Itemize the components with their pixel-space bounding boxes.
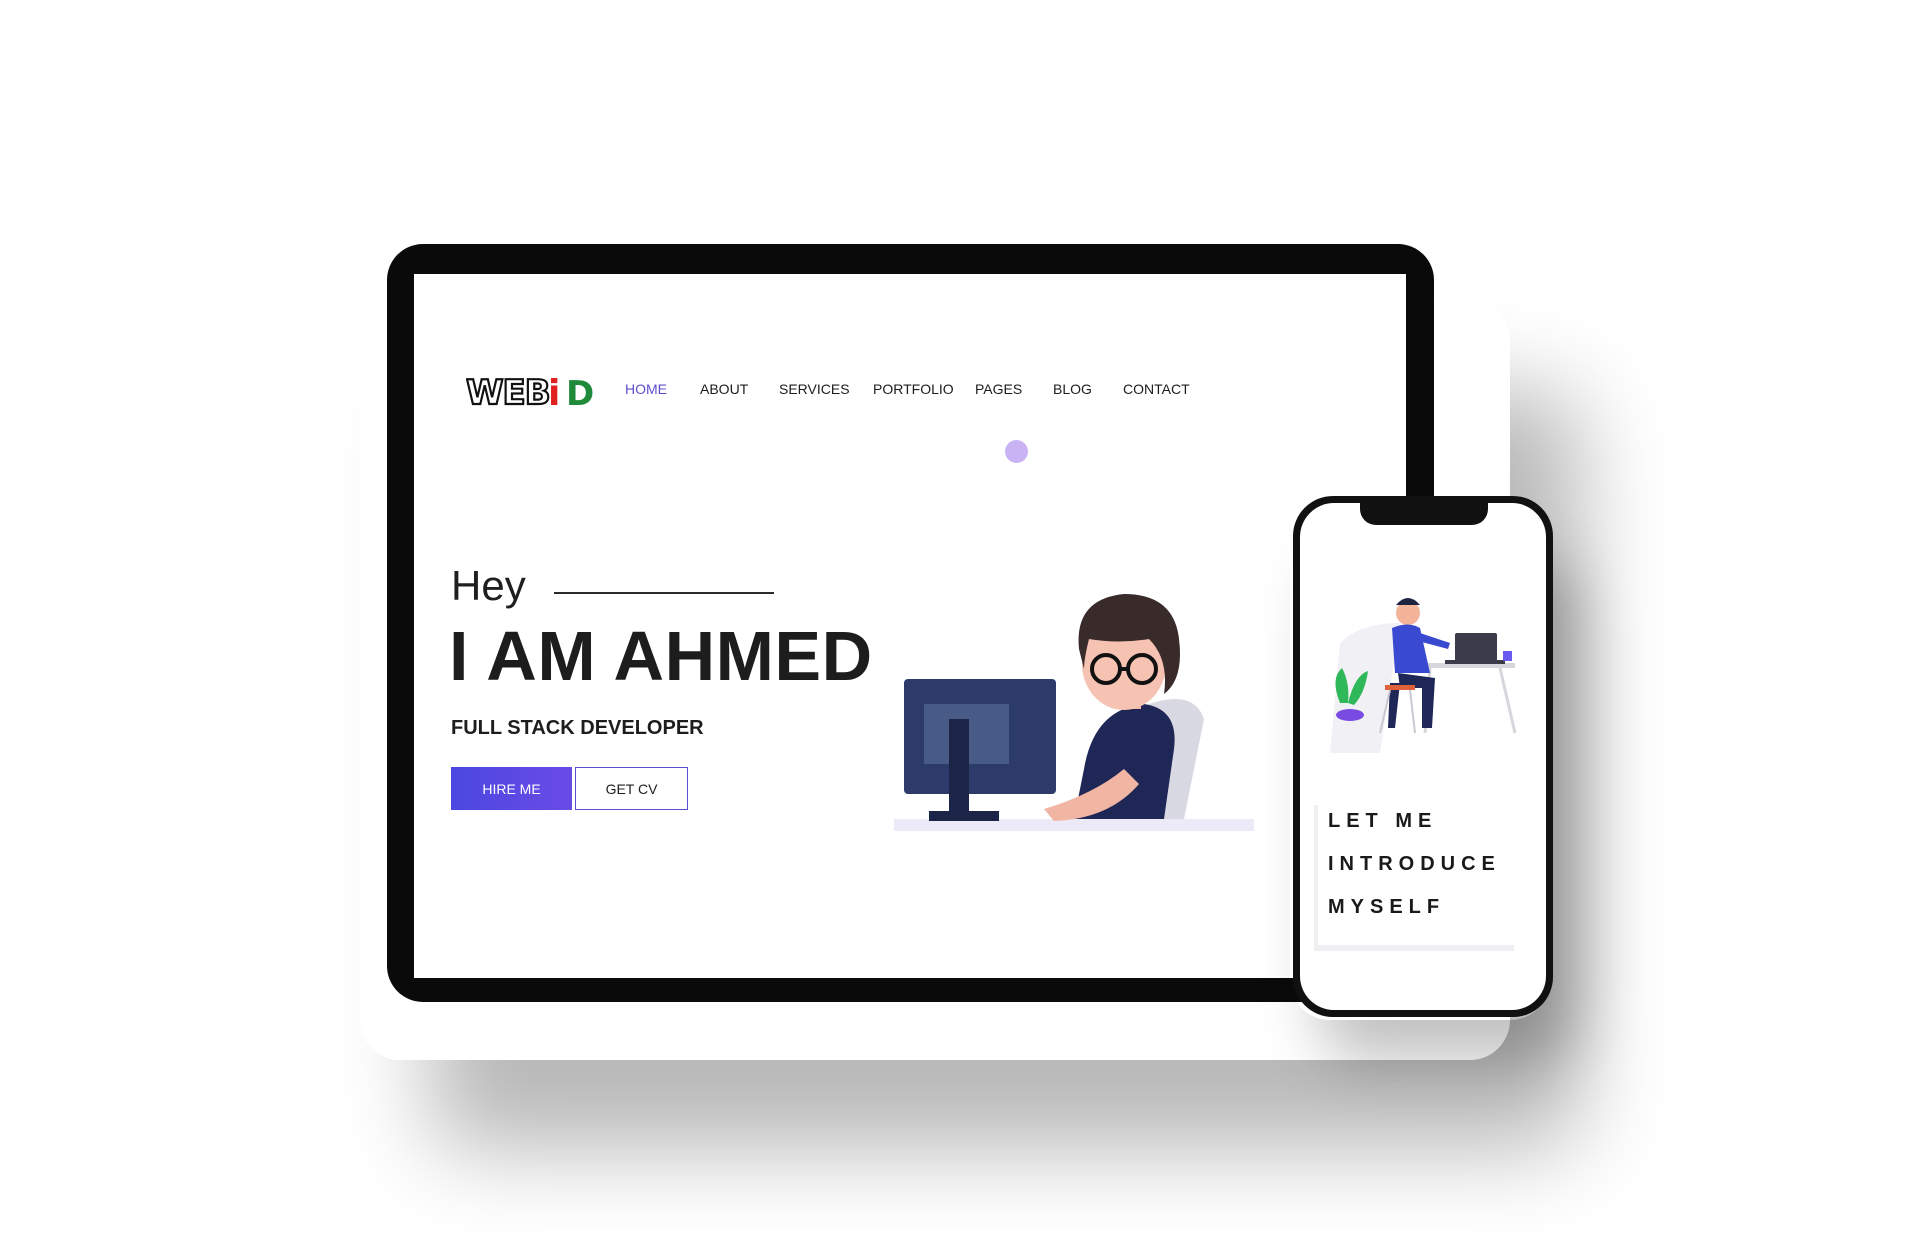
desk-worker-illustration — [1330, 598, 1517, 753]
intro-line-1: LET ME — [1328, 810, 1438, 832]
intro-heading-box: LET ME INTRODUCE MYSELF — [1314, 805, 1514, 951]
nav-about[interactable]: ABOUT — [700, 381, 748, 397]
hero-greeting: Hey — [451, 562, 526, 609]
main-nav: HOME ABOUT SERVICES PORTFOLIO PAGES BLOG… — [414, 381, 1406, 401]
decorative-dot — [1005, 440, 1028, 463]
nav-portfolio[interactable]: PORTFOLIO — [873, 381, 954, 397]
phone-frame: LET ME INTRODUCE MYSELF — [1293, 496, 1553, 1017]
developer-illustration — [894, 594, 1254, 831]
nav-pages[interactable]: PAGES — [975, 381, 1022, 397]
hero-role: FULL STACK DEVELOPER — [451, 717, 704, 739]
nav-services[interactable]: SERVICES — [779, 381, 850, 397]
get-cv-button[interactable]: GET CV — [575, 767, 688, 810]
nav-home[interactable]: HOME — [625, 381, 667, 397]
nav-blog[interactable]: BLOG — [1053, 381, 1092, 397]
nav-contact[interactable]: CONTACT — [1123, 381, 1190, 397]
greeting-underline — [554, 592, 774, 594]
tablet-frame: WEB i D HOME ABOUT SERVICES PORTFOLIO PA… — [387, 244, 1434, 1002]
intro-line-3: MYSELF — [1328, 896, 1446, 918]
intro-line-2: INTRODUCE — [1328, 853, 1501, 875]
hire-me-button[interactable]: HIRE ME — [451, 767, 572, 810]
phone-screen: LET ME INTRODUCE MYSELF — [1300, 503, 1546, 1010]
tablet-screen: WEB i D HOME ABOUT SERVICES PORTFOLIO PA… — [414, 274, 1406, 978]
hero-name: I AM AHMED — [449, 617, 873, 695]
phone-notch — [1360, 503, 1488, 525]
